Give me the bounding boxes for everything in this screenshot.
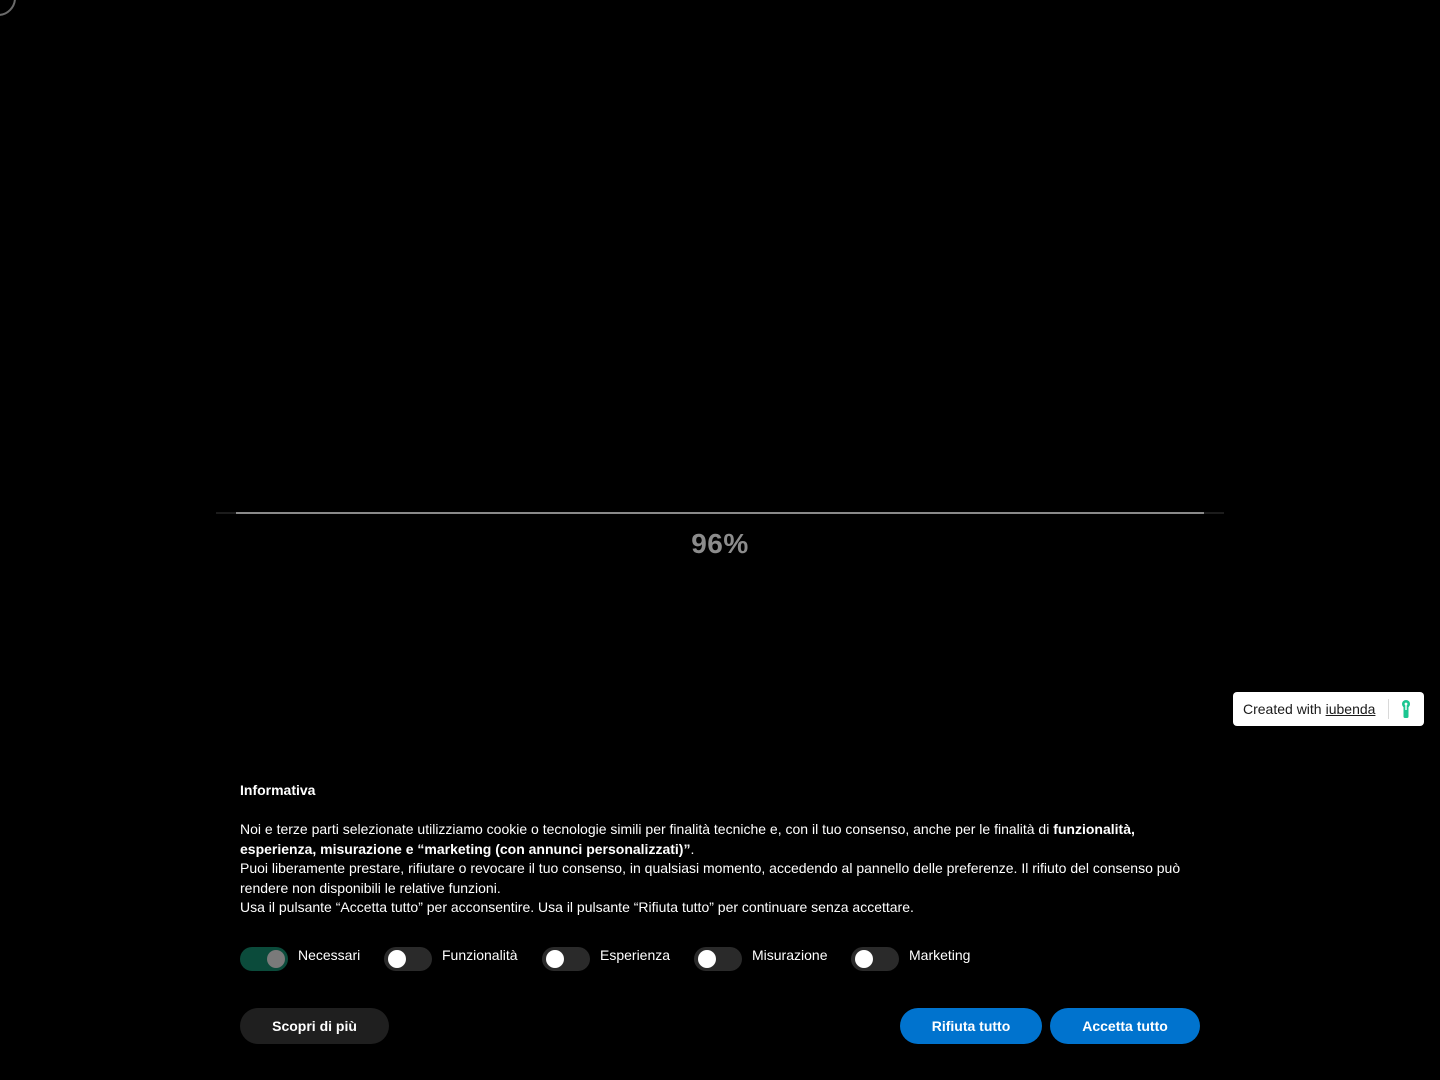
switch-knob <box>388 950 406 968</box>
banner-title: Informativa <box>240 782 316 798</box>
loading-circle-icon <box>0 0 16 16</box>
banner-paragraph-1: Noi e terze parti selezionate utilizziam… <box>240 820 1200 859</box>
switch-esperienza[interactable] <box>542 947 590 971</box>
banner-text: Noi e terze parti selezionate utilizziam… <box>240 820 1200 918</box>
page: 96% Created with iubenda Informativa Noi… <box>0 0 1440 1080</box>
switch-necessari[interactable] <box>240 947 288 971</box>
toggle-label-funzionalita: Funzionalità <box>442 947 518 963</box>
switch-knob <box>855 950 873 968</box>
iubenda-prefix: Created with <box>1243 701 1322 717</box>
toggle-necessari[interactable]: Necessari <box>240 946 360 971</box>
iubenda-badge[interactable]: Created with iubenda <box>1233 692 1424 726</box>
banner-buttons: Scopri di più Rifiuta tutto Accetta tutt… <box>240 1008 1200 1044</box>
banner-paragraph-2: Puoi liberamente prestare, rifiutare o r… <box>240 860 1181 896</box>
reject-all-button[interactable]: Rifiuta tutto <box>900 1008 1042 1044</box>
switch-knob <box>698 950 716 968</box>
switch-knob <box>267 950 285 968</box>
toggle-misurazione[interactable]: Misurazione <box>694 946 827 971</box>
progress-bar <box>216 512 1224 514</box>
progress-percent: 96% <box>691 528 749 559</box>
toggle-esperienza[interactable]: Esperienza <box>542 946 670 971</box>
banner-paragraph-3: Usa il pulsante “Accetta tutto” per acco… <box>240 899 914 915</box>
toggle-label-misurazione: Misurazione <box>752 947 828 963</box>
accept-all-button[interactable]: Accetta tutto <box>1050 1008 1200 1044</box>
switch-marketing[interactable] <box>851 947 899 971</box>
toggle-label-marketing: Marketing <box>909 947 971 963</box>
banner-text-1c: . <box>690 840 695 857</box>
switch-funzionalita[interactable] <box>384 947 432 971</box>
toggle-label-esperienza: Esperienza <box>600 947 671 963</box>
switch-knob <box>546 950 564 968</box>
badge-divider <box>1388 699 1389 719</box>
iubenda-link[interactable]: iubenda <box>1326 701 1376 717</box>
learn-more-button[interactable]: Scopri di più <box>240 1008 389 1044</box>
toggle-funzionalita[interactable]: Funzionalità <box>384 946 518 971</box>
cookie-consent-banner: Informativa Noi e terze parti selezionat… <box>240 780 1200 1044</box>
consent-toggles: Necessari Funzionalità Esperienza Misura… <box>240 946 1200 976</box>
iubenda-keyhole-icon <box>1402 700 1410 718</box>
switch-misurazione[interactable] <box>694 947 742 971</box>
toggle-marketing[interactable]: Marketing <box>851 946 970 971</box>
progress-bar-fill <box>236 512 1204 514</box>
banner-text-1a: Noi e terze parti selezionate utilizziam… <box>240 821 1054 837</box>
toggle-label-necessari: Necessari <box>298 947 361 963</box>
